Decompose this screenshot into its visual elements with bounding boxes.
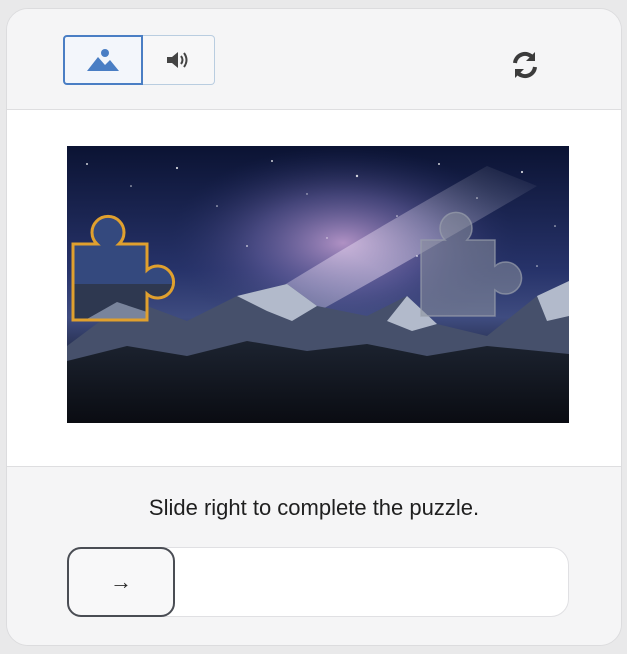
puzzle-slot-icon [420,211,523,317]
refresh-icon [513,51,537,79]
refresh-button[interactable] [505,45,545,85]
captcha-footer: Slide right to complete the puzzle. → [7,467,621,645]
puzzle-piece-icon [71,214,176,322]
instruction-text: Slide right to complete the puzzle. [148,495,480,520]
image-icon [87,49,119,71]
challenge-mode-toggle [63,35,215,85]
captcha-card: Slide right to complete the puzzle. → [6,8,622,646]
puzzle-image [67,146,569,423]
audio-challenge-button[interactable] [143,35,215,85]
captcha-header [7,9,621,110]
image-challenge-button[interactable] [63,35,143,85]
speaker-icon [166,52,187,68]
slider-handle[interactable]: → [67,547,175,617]
puzzle-area [7,110,621,467]
arrow-right-icon: → [110,569,132,594]
